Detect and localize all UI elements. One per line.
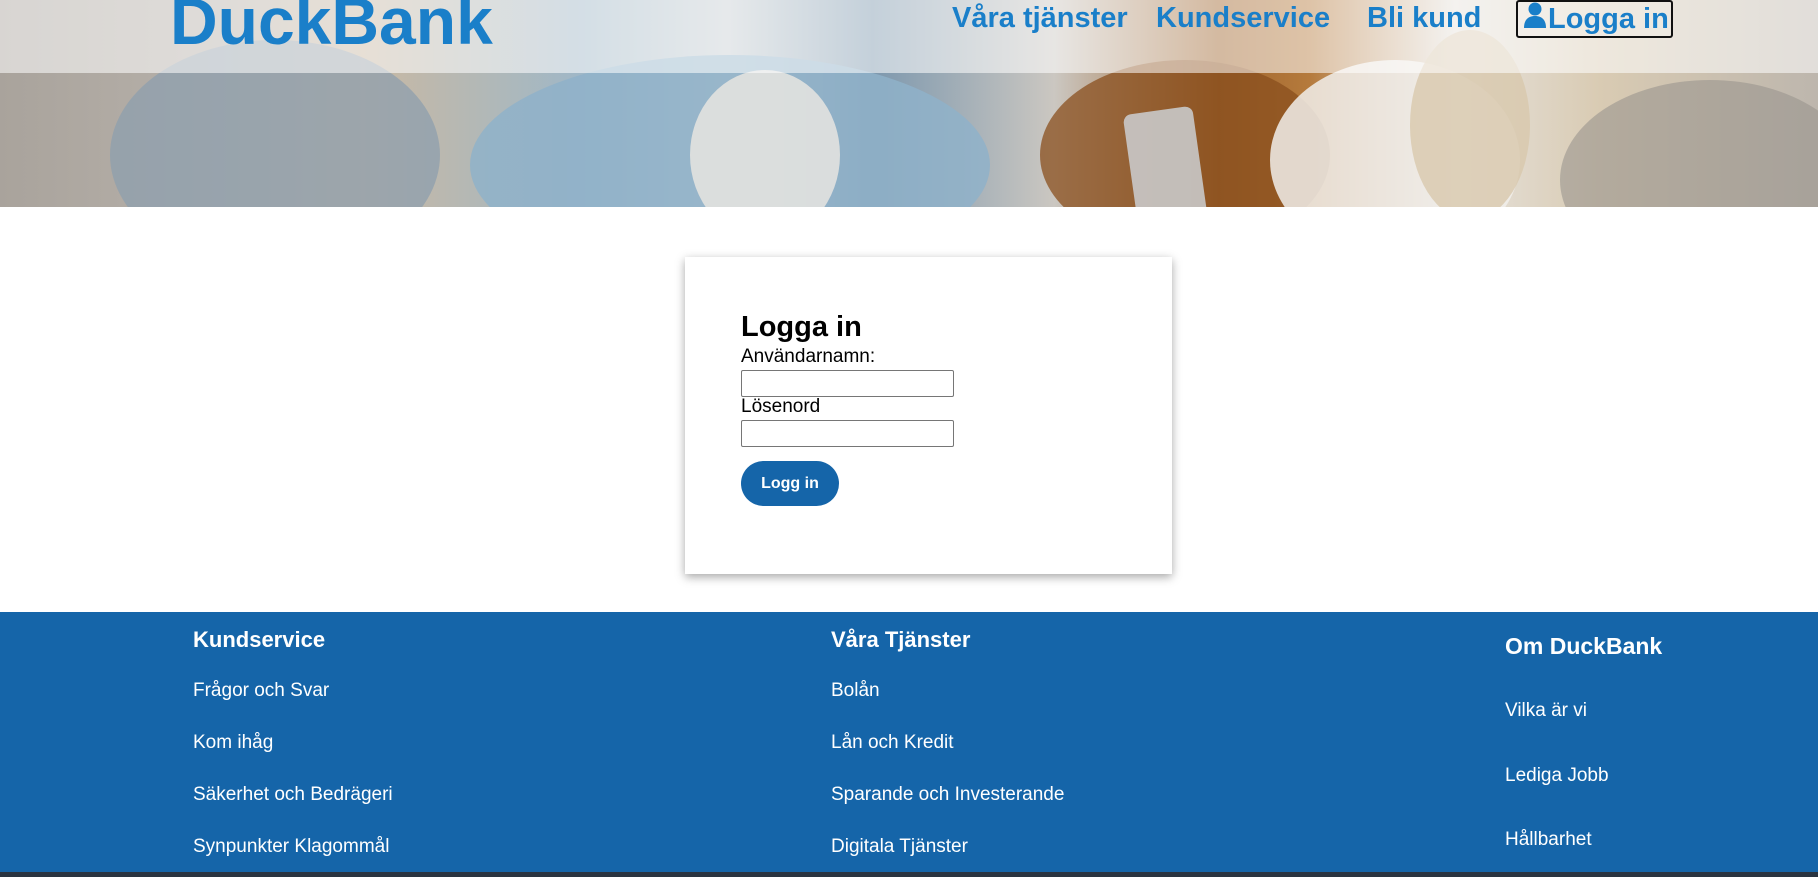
brand-logo[interactable]: DuckBank	[170, 0, 493, 54]
top-navigation-bar: DuckBank Våra tjänster Kundservice Bli k…	[0, 0, 1818, 73]
footer: Kundservice Frågor och Svar Kom ihåg Säk…	[0, 612, 1818, 877]
login-title: Logga in	[741, 311, 862, 343]
nav-link-services[interactable]: Våra tjänster	[952, 0, 1128, 36]
footer-link[interactable]: Frågor och Svar	[193, 680, 329, 702]
nav-link-customer-service[interactable]: Kundservice	[1156, 0, 1330, 36]
nav-link-become-customer[interactable]: Bli kund	[1367, 0, 1481, 36]
footer-heading: Kundservice	[193, 627, 326, 652]
footer-link[interactable]: Digitala Tjänster	[831, 836, 968, 858]
footer-bottom-strip	[0, 872, 1818, 877]
login-submit-button[interactable]: Logg in	[741, 461, 839, 506]
hero-banner: DuckBank Våra tjänster Kundservice Bli k…	[0, 0, 1818, 207]
footer-link[interactable]: Hållbarhet	[1505, 829, 1592, 851]
footer-link[interactable]: Vilka är vi	[1505, 700, 1587, 722]
login-card: Logga in Användarnamn: Lösenord Logg in	[685, 257, 1172, 574]
password-input[interactable]	[741, 420, 954, 447]
footer-link[interactable]: Säkerhet och Bedrägeri	[193, 784, 393, 806]
footer-link[interactable]: Bolån	[831, 680, 880, 702]
hero-photo-shape	[1560, 80, 1818, 207]
footer-heading: Om DuckBank	[1505, 633, 1663, 659]
nav-login-button[interactable]: Logga in	[1516, 0, 1673, 38]
footer-heading: Våra Tjänster	[831, 627, 971, 652]
user-icon	[1524, 2, 1548, 36]
nav-login-label: Logga in	[1548, 2, 1669, 35]
password-label: Lösenord	[741, 396, 821, 417]
username-input[interactable]	[741, 370, 954, 397]
footer-link[interactable]: Lediga Jobb	[1505, 765, 1609, 787]
footer-link[interactable]: Lån och Kredit	[831, 732, 954, 754]
footer-link[interactable]: Kom ihåg	[193, 732, 273, 754]
username-label: Användarnamn:	[741, 346, 876, 367]
footer-link[interactable]: Synpunkter Klagommål	[193, 836, 389, 858]
footer-link[interactable]: Sparande och Investerande	[831, 784, 1064, 806]
